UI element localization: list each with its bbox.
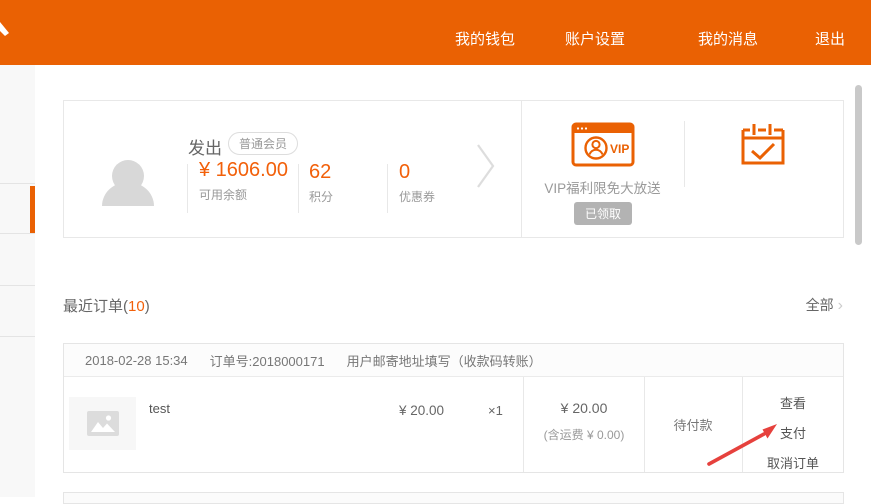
- view-order-link[interactable]: 查看: [780, 393, 806, 412]
- top-navbar: 我的钱包 账户设置 我的消息 退出: [0, 0, 871, 65]
- next-order-card-partial: [63, 492, 844, 504]
- product-name[interactable]: test: [149, 401, 170, 416]
- product-unit-price: ¥ 20.00: [364, 403, 444, 418]
- vip-promo-icon[interactable]: VIP: [571, 122, 635, 167]
- points-label: 积分: [309, 188, 333, 205]
- sidebar-divider: [0, 183, 35, 184]
- svg-text:VIP: VIP: [610, 142, 629, 156]
- site-logo-fragment-icon: [0, 20, 12, 42]
- view-all-orders-link[interactable]: 全部›: [806, 295, 843, 315]
- stat-divider: [298, 164, 299, 213]
- balance-value: ¥ 1606.00: [199, 159, 295, 181]
- view-all-label: 全部: [806, 297, 834, 313]
- order-actions: 查看 支付 取消订单: [742, 377, 844, 472]
- orders-title-prefix: 最近订单(: [63, 298, 128, 315]
- cancel-order-link[interactable]: 取消订单: [767, 453, 819, 472]
- vip-promo-title: VIP福利限免大放送: [521, 177, 684, 197]
- sidebar-divider: [0, 285, 35, 286]
- stat-divider: [187, 164, 188, 213]
- username: 发出: [188, 134, 222, 159]
- nav-logout[interactable]: 退出: [815, 28, 845, 49]
- coupons-stat[interactable]: 0 优惠券: [399, 161, 435, 205]
- order-header: 2018-02-28 15:34 订单号:2018000171 用户邮寄地址填写…: [64, 344, 843, 377]
- orders-count: 10: [128, 298, 145, 315]
- section-divider: [521, 101, 522, 237]
- vip-claimed-button[interactable]: 已领取: [574, 202, 632, 225]
- points-stat[interactable]: 62 积分: [309, 161, 333, 205]
- nav-my-wallet[interactable]: 我的钱包: [455, 28, 515, 49]
- member-level-badge: 普通会员: [228, 132, 298, 155]
- coupons-label: 优惠券: [399, 188, 435, 205]
- sidebar-divider: [0, 336, 35, 337]
- order-total-column: ¥ 20.00 (含运费 ¥ 0.00): [524, 377, 644, 472]
- vertical-scrollbar-thumb[interactable]: [855, 85, 862, 245]
- calendar-check-icon[interactable]: [739, 120, 787, 168]
- order-body: test ¥ 20.00 ×1 ¥ 20.00 (含运费 ¥ 0.00) 待付款…: [64, 377, 843, 472]
- vip-claimed-wrap: 已领取: [553, 202, 653, 225]
- balance-stat[interactable]: ¥ 1606.00 可用余额: [199, 159, 295, 203]
- shipping-note: (含运费 ¥ 0.00): [524, 426, 644, 443]
- profile-card: 发出 普通会员 ¥ 1606.00 可用余额 62 积分 0 优惠券 VIP V…: [63, 100, 844, 238]
- collapsed-sidebar: [0, 65, 35, 497]
- order-datetime: 2018-02-28 15:34: [85, 353, 188, 368]
- order-number: 订单号:2018000171: [210, 351, 325, 370]
- recent-orders-title: 最近订单(10): [63, 295, 150, 316]
- sidebar-active-indicator[interactable]: [30, 186, 35, 233]
- orders-title-suffix: ): [145, 298, 150, 315]
- coupons-value: 0: [399, 161, 435, 183]
- stat-divider: [387, 164, 388, 213]
- order-note: 用户邮寄地址填写（收款码转账）: [347, 351, 542, 370]
- nav-account-settings[interactable]: 账户设置: [565, 28, 625, 49]
- section-divider: [684, 121, 685, 187]
- nav-my-messages[interactable]: 我的消息: [698, 28, 758, 49]
- balance-label: 可用余额: [199, 186, 295, 203]
- order-status: 待付款: [644, 377, 742, 472]
- order-card: 2018-02-28 15:34 订单号:2018000171 用户邮寄地址填写…: [63, 343, 844, 473]
- product-quantity: ×1: [488, 403, 503, 418]
- points-value: 62: [309, 161, 333, 183]
- product-image-placeholder[interactable]: [69, 397, 136, 450]
- chevron-right-small-icon: ›: [838, 297, 843, 314]
- image-placeholder-icon: [87, 411, 119, 436]
- avatar-icon: [100, 159, 156, 206]
- chevron-right-icon[interactable]: [476, 143, 496, 189]
- order-total: ¥ 20.00: [524, 400, 644, 416]
- sidebar-divider: [0, 233, 35, 234]
- pay-order-link[interactable]: 支付: [780, 423, 806, 442]
